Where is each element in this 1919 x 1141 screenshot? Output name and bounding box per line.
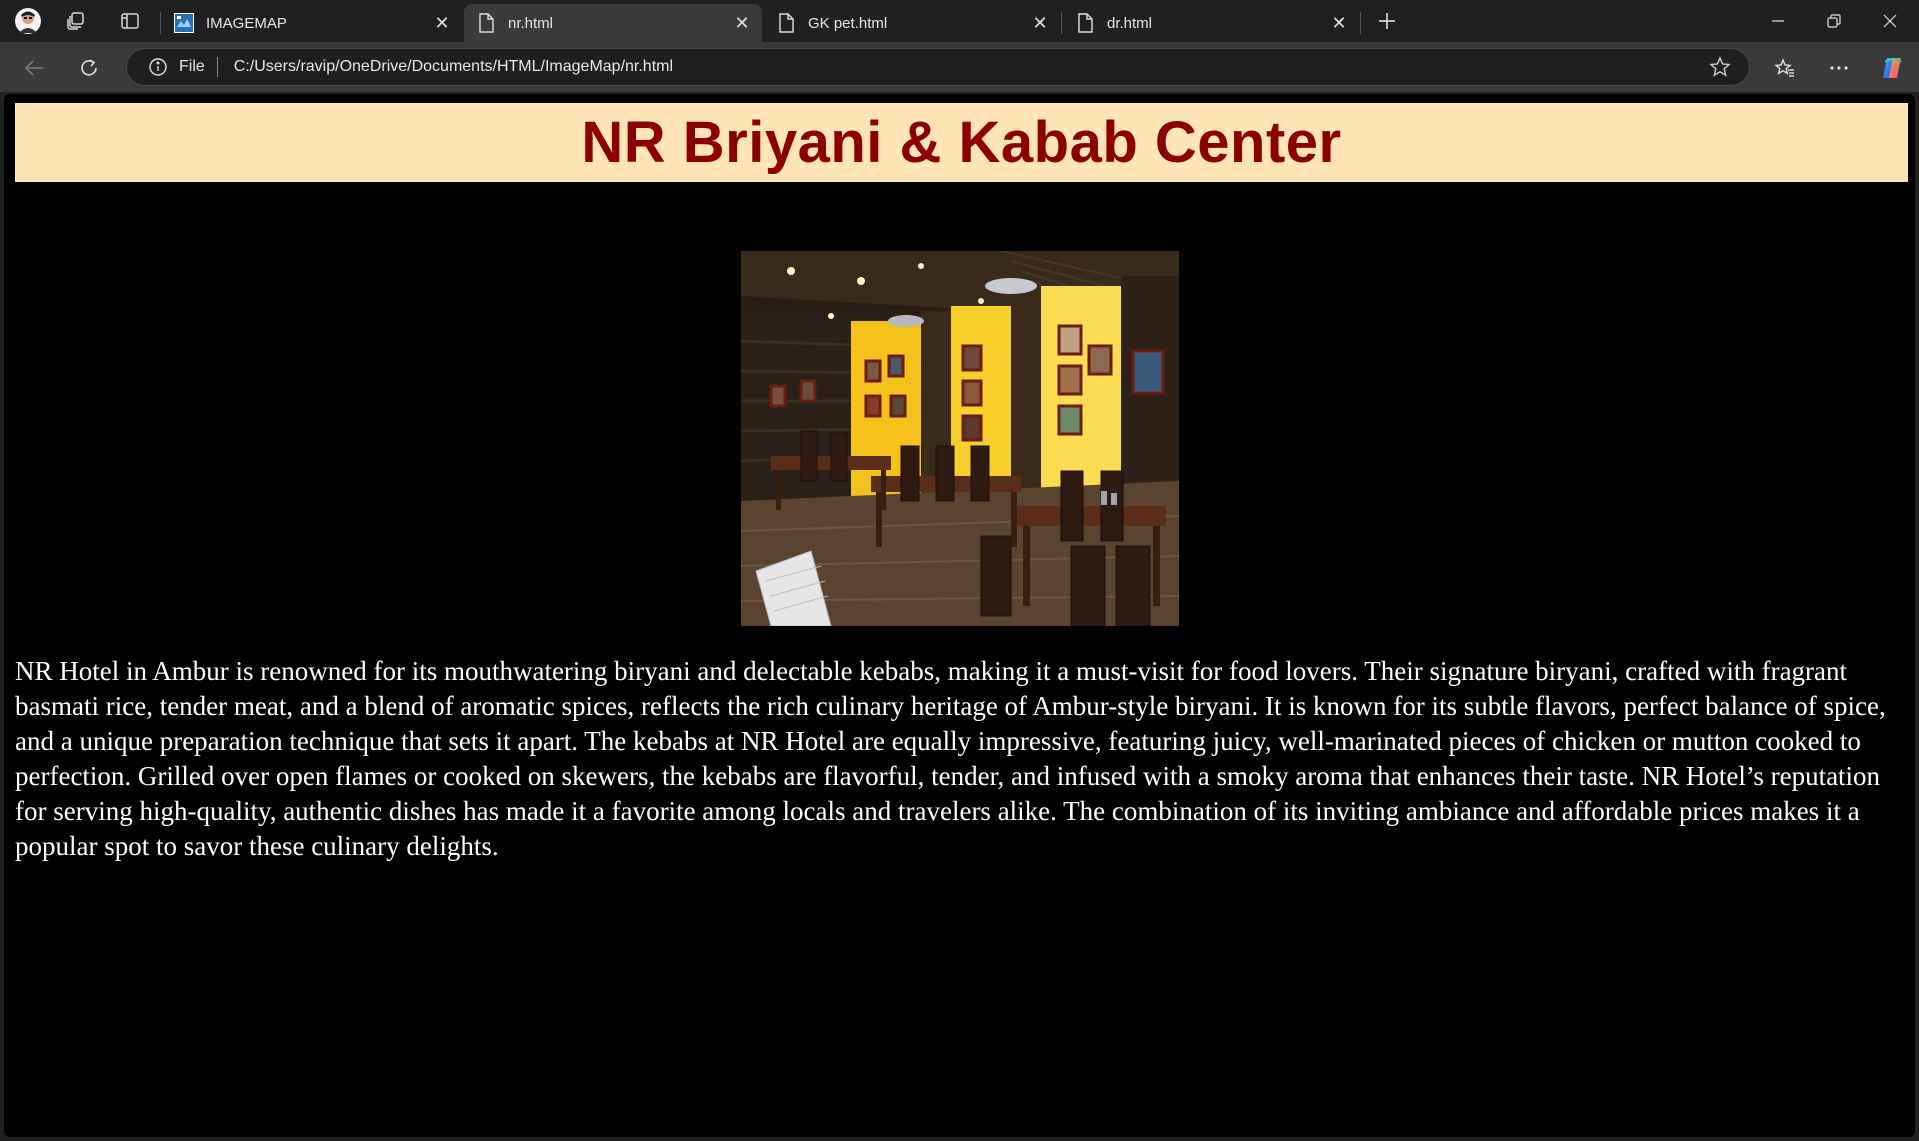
tab-imagemap[interactable]: IMAGEMAP ✕ — [162, 4, 462, 42]
file-icon — [776, 13, 796, 33]
restaurant-interior-image — [741, 251, 1179, 626]
tab-separator — [1360, 12, 1361, 34]
tab-strip: IMAGEMAP ✕ nr.html ✕ GK pet.html ✕ dr.ht… — [0, 0, 1919, 42]
restaurant-description: NR Hotel in Ambur is renowned for its mo… — [15, 656, 1886, 861]
image-map-favicon — [174, 13, 194, 33]
plus-icon[interactable] — [1373, 7, 1401, 35]
close-tab-icon[interactable]: ✕ — [728, 9, 756, 37]
tab-separator — [1061, 12, 1062, 34]
tab-label: nr.html — [508, 14, 554, 32]
restore-icon[interactable] — [1806, 0, 1862, 42]
browser-toolbar: File C:/Users/ravip/OneDrive/Documents/H… — [0, 42, 1919, 92]
favorites-icon[interactable] — [1768, 51, 1802, 85]
page-viewport: NR Briyani & Kabab Center NR Hotel in Am… — [4, 94, 1915, 1137]
tab-nr-html[interactable]: nr.html ✕ — [464, 4, 762, 42]
more-icon[interactable] — [1822, 51, 1856, 85]
copilot-icon[interactable] — [1876, 51, 1910, 85]
back-arrow-icon[interactable] — [17, 51, 51, 85]
tab-separator — [160, 12, 161, 34]
close-tab-icon[interactable]: ✕ — [1026, 9, 1054, 37]
tab-dr-html[interactable]: dr.html ✕ — [1063, 4, 1359, 42]
address-scheme-label: File — [179, 58, 205, 75]
file-icon — [1075, 13, 1095, 33]
tab-actions-icon[interactable] — [116, 7, 144, 35]
file-icon — [476, 13, 496, 33]
address-bar[interactable]: File C:/Users/ravip/OneDrive/Documents/H… — [126, 48, 1750, 86]
info-icon[interactable] — [147, 56, 169, 78]
star-icon[interactable] — [1703, 50, 1737, 84]
close-tab-icon[interactable]: ✕ — [1325, 9, 1353, 37]
tab-label: dr.html — [1107, 14, 1153, 32]
page-header-banner: NR Briyani & Kabab Center — [15, 103, 1908, 182]
refresh-icon[interactable] — [72, 51, 106, 85]
workspaces-icon[interactable] — [62, 7, 90, 35]
page-title: NR Briyani & Kabab Center — [581, 110, 1342, 175]
close-icon[interactable] — [1862, 0, 1918, 42]
profile-avatar-icon[interactable] — [14, 7, 42, 35]
tab-gk-pet-html[interactable]: GK pet.html ✕ — [764, 4, 1060, 42]
minimize-icon[interactable] — [1750, 0, 1806, 42]
address-divider — [216, 57, 218, 77]
tab-label: IMAGEMAP — [206, 14, 287, 32]
address-url[interactable]: C:/Users/ravip/OneDrive/Documents/HTML/I… — [234, 58, 1703, 76]
tab-label: GK pet.html — [808, 14, 888, 32]
close-tab-icon[interactable]: ✕ — [428, 9, 456, 37]
